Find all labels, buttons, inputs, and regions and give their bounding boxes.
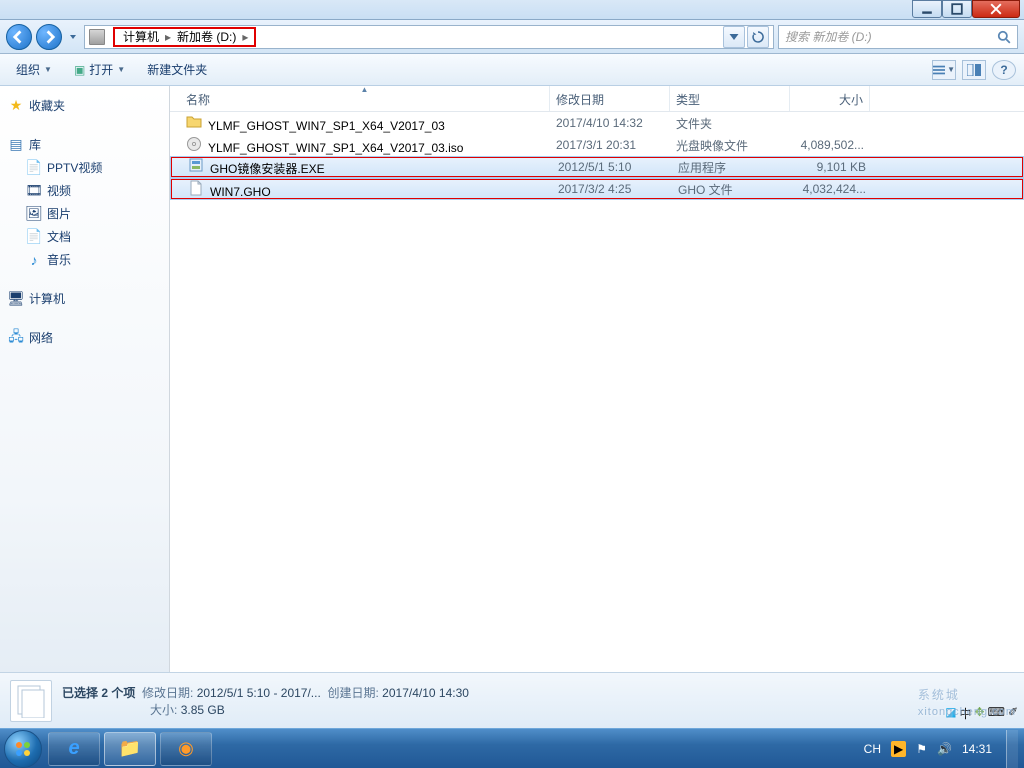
status-count: 已选择 2 个项 (62, 686, 135, 700)
document-icon: 📄 (26, 229, 42, 245)
sidebar-item-music[interactable]: ♪音乐 (4, 248, 165, 271)
forward-button[interactable] (36, 24, 62, 50)
preview-pane-button[interactable] (962, 60, 986, 80)
taskbar-explorer[interactable]: 📁 (104, 732, 156, 766)
close-button[interactable] (972, 0, 1020, 18)
library-icon: ▤ (8, 137, 24, 153)
navigation-bar: 计算机 ▸ 新加卷 (D:) ▸ 搜索 新加卷 (D:) (0, 20, 1024, 54)
organize-button[interactable]: 组织▼ (8, 58, 60, 81)
music-icon: ♪ (26, 252, 42, 268)
navigation-pane: ★收藏夹 ▤库 📄PPTV视频 🎞视频 🖼图片 📄文档 ♪音乐 🖥计算机 🖧网络 (0, 86, 170, 672)
system-tray[interactable]: CH ▶ ⚑ 🔊 14:31 (864, 729, 1024, 768)
status-tray-icons: ◪中✥⌨✐ (945, 705, 1018, 722)
file-date: 2017/3/1 20:31 (550, 133, 670, 157)
chevron-right-icon[interactable]: ▸ (165, 30, 171, 44)
file-row[interactable]: WIN7.GHO 2017/3/2 4:25GHO 文件4,032,424... (170, 178, 1024, 200)
network-icon: 🖧 (8, 330, 24, 346)
sidebar-item-pictures[interactable]: 🖼图片 (4, 202, 165, 225)
sidebar-item-video[interactable]: 🎞视频 (4, 179, 165, 202)
column-date[interactable]: 修改日期 (550, 86, 670, 111)
column-name[interactable]: ▲名称 (180, 86, 550, 111)
column-size[interactable]: 大小 (790, 86, 870, 111)
sidebar-library[interactable]: ▤库 (4, 133, 165, 156)
recent-dropdown[interactable] (66, 25, 80, 49)
maximize-button[interactable] (942, 0, 972, 18)
file-date: 2017/4/10 14:32 (550, 111, 670, 135)
help-button[interactable]: ? (992, 60, 1016, 80)
picture-icon: 🖼 (26, 206, 42, 222)
file-type: GHO 文件 (672, 176, 792, 203)
command-toolbar: 组织▼ ▣打开▼ 新建文件夹 ▼ ? (0, 54, 1024, 86)
disc-icon (186, 136, 202, 152)
file-size: 4,089,502... (790, 133, 870, 157)
tray-lang[interactable]: CH (864, 742, 881, 756)
column-headers: ▲名称 修改日期 类型 大小 (170, 86, 1024, 112)
start-button[interactable] (4, 730, 42, 768)
sidebar-item-documents[interactable]: 📄文档 (4, 225, 165, 248)
view-options-button[interactable]: ▼ (932, 60, 956, 80)
video-icon: 🎞 (26, 183, 42, 199)
column-type[interactable]: 类型 (670, 86, 790, 111)
tray-flag-icon[interactable]: ⚑ (916, 742, 927, 756)
file-list[interactable]: ▲名称 修改日期 类型 大小 YLMF_GHOST_WIN7_SP1_X64_V… (170, 86, 1024, 672)
breadcrumb-root[interactable]: 计算机 (119, 28, 163, 45)
refresh-button[interactable] (747, 26, 769, 48)
taskbar-ie[interactable]: e (48, 732, 100, 766)
star-icon: ★ (8, 98, 24, 114)
file-name: WIN7.GHO (210, 185, 271, 199)
taskbar: e 📁 ◉ CH ▶ ⚑ 🔊 14:31 (0, 728, 1024, 768)
breadcrumb-highlight: 计算机 ▸ 新加卷 (D:) ▸ (113, 27, 256, 47)
chevron-right-icon[interactable]: ▸ (242, 30, 248, 44)
show-desktop-button[interactable] (1006, 730, 1018, 768)
sidebar-computer[interactable]: 🖥计算机 (4, 287, 165, 310)
folder-icon (186, 114, 202, 130)
selection-thumbnail (10, 680, 52, 722)
drive-icon (89, 29, 105, 45)
search-icon (997, 30, 1011, 44)
tray-search-icon[interactable]: ▶ (891, 741, 906, 757)
exe-icon (188, 157, 204, 173)
file-size: 9,101 KB (792, 155, 872, 179)
file-size (790, 118, 870, 128)
window-titlebar (0, 0, 1024, 20)
sidebar-item-pptv[interactable]: 📄PPTV视频 (4, 156, 165, 179)
computer-icon: 🖥 (8, 291, 24, 307)
address-bar[interactable]: 计算机 ▸ 新加卷 (D:) ▸ (84, 25, 774, 49)
search-box[interactable]: 搜索 新加卷 (D:) (778, 25, 1018, 49)
tray-speaker-icon[interactable]: 🔊 (937, 742, 952, 756)
file-date: 2012/5/1 5:10 (552, 155, 672, 179)
open-button[interactable]: ▣打开▼ (66, 58, 133, 81)
newfolder-button[interactable]: 新建文件夹 (139, 58, 215, 81)
address-dropdown[interactable] (723, 26, 745, 48)
sidebar-network[interactable]: 🖧网络 (4, 326, 165, 349)
status-bar: 已选择 2 个项 修改日期: 2012/5/1 5:10 - 2017/... … (0, 672, 1024, 728)
file-icon (188, 180, 204, 196)
video-icon: 📄 (26, 160, 42, 176)
back-button[interactable] (6, 24, 32, 50)
taskbar-mediaplayer[interactable]: ◉ (160, 732, 212, 766)
file-size: 4,032,424... (792, 177, 872, 201)
file-date: 2017/3/2 4:25 (552, 177, 672, 201)
breadcrumb-drive[interactable]: 新加卷 (D:) (173, 28, 240, 45)
minimize-button[interactable] (912, 0, 942, 18)
search-placeholder: 搜索 新加卷 (D:) (785, 28, 872, 45)
tray-clock[interactable]: 14:31 (962, 742, 992, 756)
sidebar-favorites[interactable]: ★收藏夹 (4, 94, 165, 117)
